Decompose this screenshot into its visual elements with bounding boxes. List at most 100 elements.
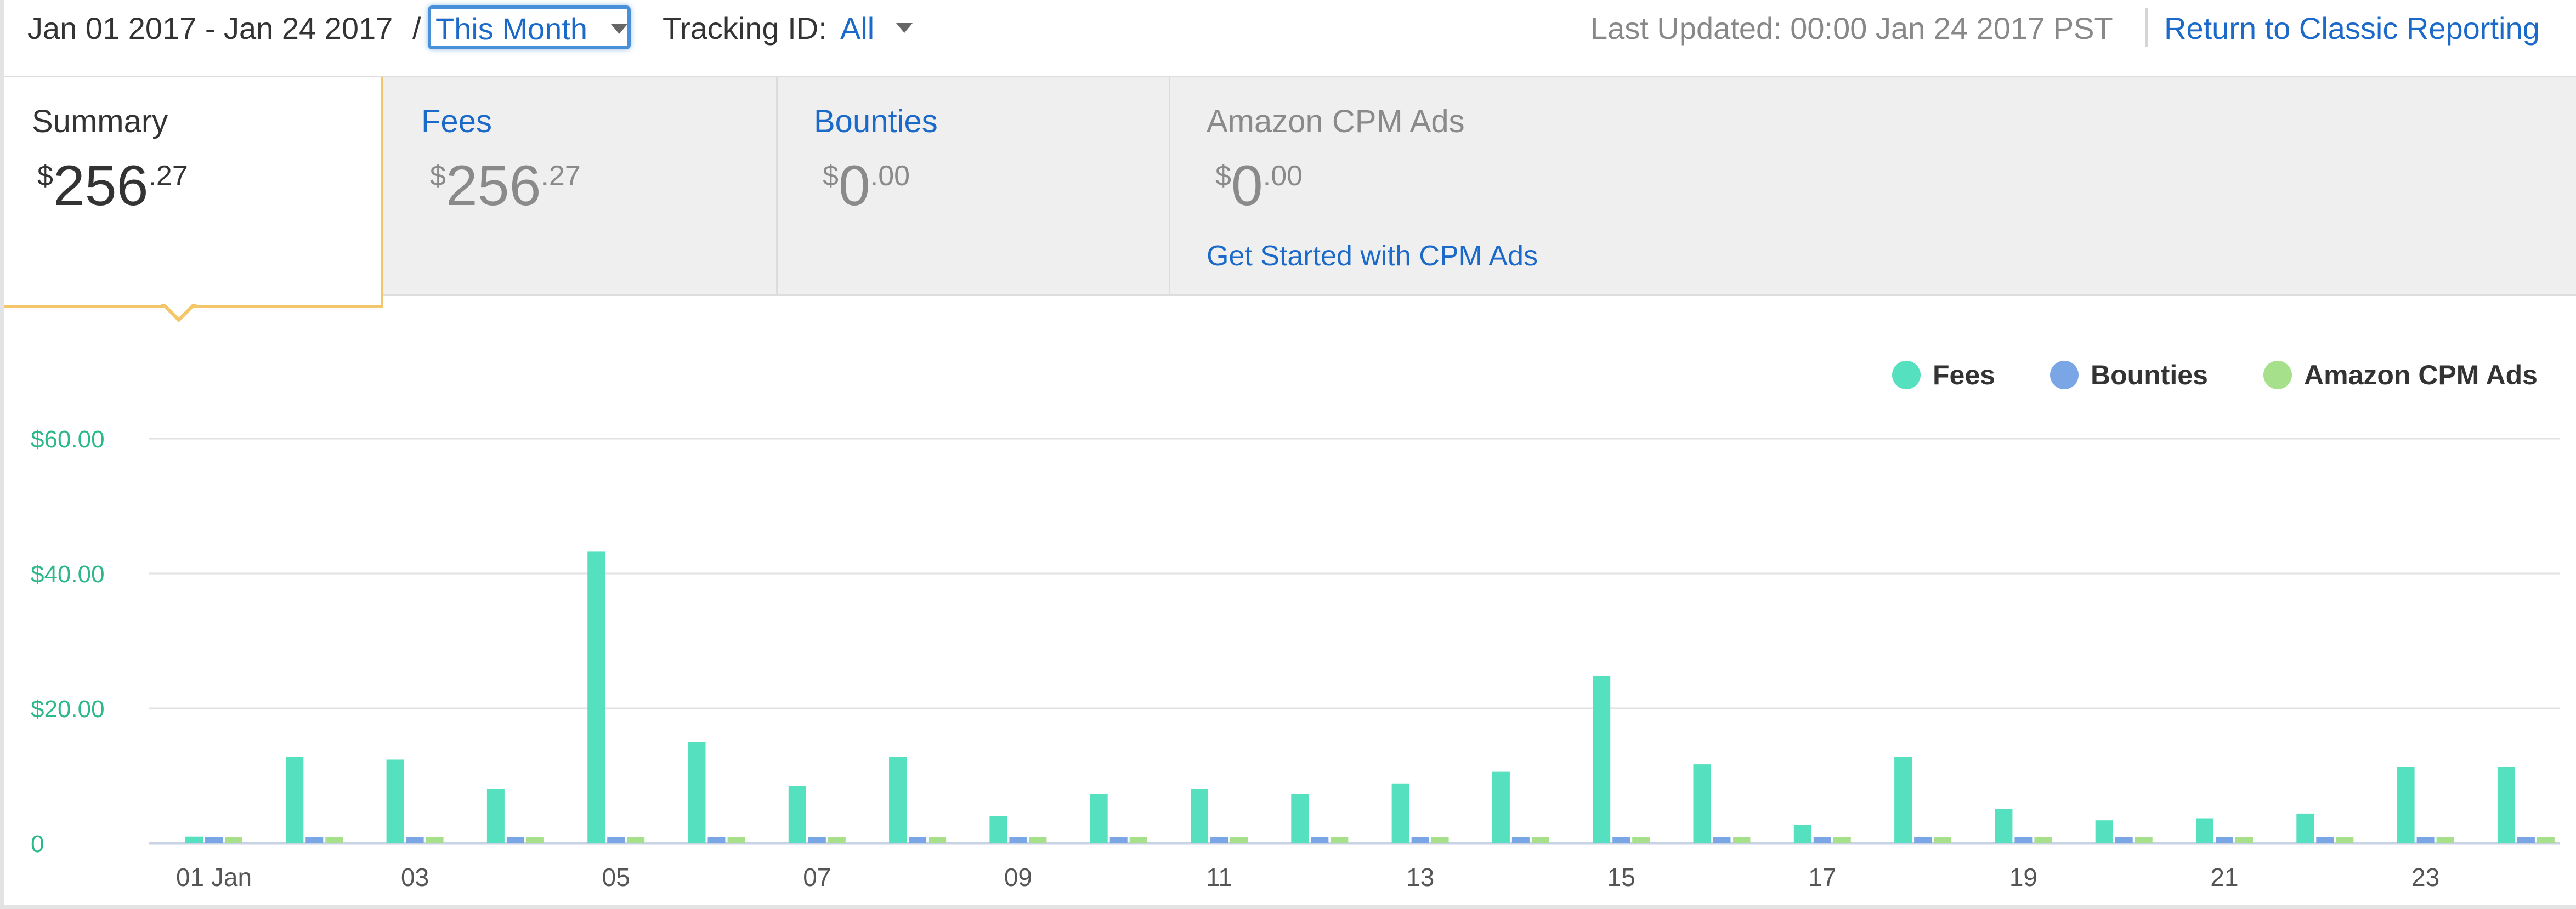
amount-fraction: .27 <box>148 160 188 192</box>
selected-tab-pointer-fill <box>163 302 195 317</box>
tab-bounties[interactable]: Bounties $0.00 <box>778 77 1170 294</box>
tab-fees-title[interactable]: Fees <box>421 103 492 141</box>
period-select-value: This Month <box>435 12 587 46</box>
bar-bounties <box>2416 837 2435 843</box>
bar-bounties <box>808 837 826 843</box>
amount-whole: 256 <box>53 154 149 218</box>
bar-amazon-cpm-ads <box>2235 837 2253 843</box>
chevron-down-icon <box>611 24 627 34</box>
bar-amazon-cpm-ads <box>225 837 242 843</box>
bar-fees <box>1995 809 2013 843</box>
bar-amazon-cpm-ads <box>929 837 947 843</box>
bar-bounties <box>2216 837 2233 843</box>
x-tick-label: 23 <box>2411 863 2439 891</box>
y-tick-label: 0 <box>31 831 44 857</box>
x-tick-label: 19 <box>2009 863 2037 891</box>
bar-amazon-cpm-ads <box>2336 837 2354 843</box>
bar-amazon-cpm-ads <box>2034 837 2052 843</box>
x-tick-label: 11 <box>1206 863 1232 891</box>
bar-fees <box>2397 767 2415 843</box>
tab-amazon-cpm-ads: Amazon CPM Ads $0.00 Get Started with CP… <box>1170 77 2574 294</box>
legend-label: Bounties <box>2091 360 2208 390</box>
bar-bounties <box>1713 837 1731 843</box>
currency-symbol: $ <box>430 160 446 192</box>
bar-bounties <box>1914 837 1932 843</box>
bar-bounties <box>1109 837 1128 843</box>
bar-amazon-cpm-ads <box>325 837 343 843</box>
bar-bounties <box>1813 837 1831 843</box>
earnings-tabs: Summary $256.27 Fees $256.27 Bounties $0… <box>4 76 2576 308</box>
amount-whole: 0 <box>1231 154 1263 218</box>
bar-fees <box>587 551 605 843</box>
bar-amazon-cpm-ads <box>1331 837 1349 843</box>
bar-fees <box>1391 783 1409 843</box>
legend-marker <box>2263 361 2292 389</box>
bar-amazon-cpm-ads <box>1733 837 1751 843</box>
bar-fees <box>1894 757 1912 843</box>
legend-marker <box>1892 361 1921 389</box>
bar-amazon-cpm-ads <box>426 837 444 843</box>
x-tick-label: 05 <box>602 863 630 891</box>
bar-fees <box>2196 818 2213 843</box>
tab-summary-title: Summary <box>32 104 168 139</box>
bar-amazon-cpm-ads <box>828 837 846 843</box>
bar-bounties <box>1009 837 1027 843</box>
bar-bounties <box>2316 837 2334 843</box>
last-updated-text: Last Updated: 00:00 Jan 24 2017 PST <box>1590 11 2113 46</box>
tab-bounties-title[interactable]: Bounties <box>814 103 938 141</box>
bar-amazon-cpm-ads <box>1029 837 1047 843</box>
bar-fees <box>889 757 907 843</box>
y-tick-label: $40.00 <box>31 561 105 588</box>
bar-fees <box>1291 794 1309 843</box>
period-select[interactable]: This Month <box>428 5 631 49</box>
currency-symbol: $ <box>823 160 839 192</box>
cpm-get-started-link[interactable]: Get Started with CPM Ads <box>1207 240 1538 272</box>
tracking-id-label: Tracking ID: <box>663 11 827 46</box>
tab-fees[interactable]: Fees $256.27 <box>385 77 778 294</box>
bar-fees <box>185 836 203 843</box>
tracking-chevron-down-icon[interactable] <box>896 23 913 33</box>
summary-amount: $256.27 <box>37 157 188 214</box>
header-divider <box>2145 8 2148 47</box>
x-tick-label: 09 <box>1004 863 1032 891</box>
legend-marker <box>2050 361 2079 389</box>
bar-amazon-cpm-ads <box>1833 837 1851 843</box>
bar-amazon-cpm-ads <box>2436 837 2454 843</box>
bar-amazon-cpm-ads <box>727 837 745 843</box>
bar-fees <box>1593 675 1611 843</box>
x-tick-label: 13 <box>1406 863 1434 891</box>
bar-amazon-cpm-ads <box>1129 837 1147 843</box>
bar-bounties <box>1411 837 1429 843</box>
bar-amazon-cpm-ads <box>526 837 544 843</box>
fees-amount: $256.27 <box>430 157 581 214</box>
currency-symbol: $ <box>37 160 53 192</box>
bar-fees <box>788 786 806 843</box>
x-tick-label: 03 <box>401 863 429 891</box>
amount-whole: 0 <box>838 154 870 218</box>
bar-bounties <box>2014 837 2033 843</box>
bar-bounties <box>506 837 524 843</box>
bar-amazon-cpm-ads <box>627 837 645 843</box>
bar-bounties <box>909 837 927 843</box>
tab-summary[interactable]: Summary $256.27 <box>4 77 383 308</box>
bar-bounties <box>2115 837 2133 843</box>
bar-fees <box>486 789 505 843</box>
bounties-amount: $0.00 <box>823 157 910 214</box>
bar-fees <box>1090 794 1108 843</box>
bar-bounties <box>1210 837 1228 843</box>
tracking-id-select[interactable]: All <box>840 10 874 47</box>
x-tick-label: 15 <box>1607 863 1635 891</box>
bar-amazon-cpm-ads <box>2135 837 2153 843</box>
tab-cpm-title: Amazon CPM Ads <box>1207 104 1465 139</box>
date-separator: / <box>412 11 421 46</box>
date-range-text: Jan 01 2017 - Jan 24 2017 <box>27 11 393 46</box>
classic-reporting-link[interactable]: Return to Classic Reporting <box>2164 10 2540 47</box>
bar-amazon-cpm-ads <box>2537 837 2555 843</box>
bar-amazon-cpm-ads <box>1934 837 1952 843</box>
bar-bounties <box>1511 837 1530 843</box>
bar-bounties <box>707 837 726 843</box>
bar-bounties <box>305 837 324 843</box>
bar-fees <box>989 816 1007 843</box>
bar-bounties <box>607 837 625 843</box>
bar-fees <box>2497 767 2515 843</box>
